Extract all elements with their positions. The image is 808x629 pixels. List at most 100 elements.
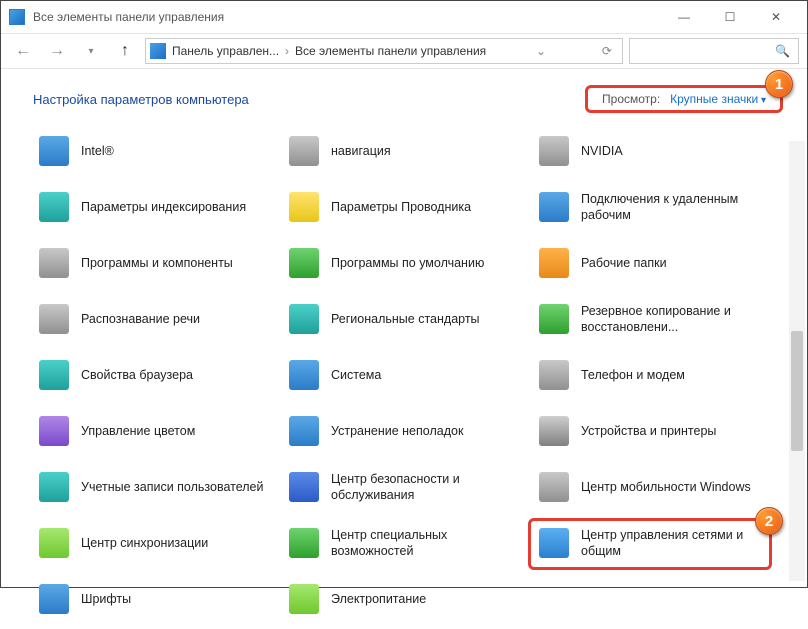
search-icon: 🔍 xyxy=(775,44,790,58)
page-title: Настройка параметров компьютера xyxy=(33,92,249,107)
control-panel-item[interactable]: Центр синхронизации xyxy=(33,521,273,565)
item-icon xyxy=(37,190,71,224)
breadcrumb-seg[interactable]: Все элементы панели управления xyxy=(295,44,486,58)
item-label: Подключения к удаленным рабочим xyxy=(581,191,769,224)
item-label: Региональные стандарты xyxy=(331,311,480,327)
item-label: Intel® xyxy=(81,143,114,159)
item-icon xyxy=(287,414,321,448)
item-icon xyxy=(537,414,571,448)
minimize-button[interactable]: — xyxy=(661,3,707,31)
item-label: NVIDIA xyxy=(581,143,623,159)
item-icon xyxy=(537,302,571,336)
control-panel-item[interactable]: Электропитание xyxy=(283,577,523,621)
item-label: Устранение неполадок xyxy=(331,423,463,439)
addr-dropdown[interactable]: ⌄ xyxy=(530,44,552,58)
item-label: Программы и компоненты xyxy=(81,255,233,271)
control-panel-item[interactable]: Центр безопасности и обслуживания xyxy=(283,465,523,509)
control-panel-item[interactable]: Центр управления сетями и общим xyxy=(533,521,773,565)
breadcrumb[interactable]: Панель управлен... › Все элементы панели… xyxy=(172,44,486,58)
item-icon xyxy=(537,246,571,280)
recent-dropdown[interactable]: ▾ xyxy=(77,37,105,65)
back-button[interactable]: ← xyxy=(9,37,37,65)
item-label: Распознавание речи xyxy=(81,311,200,327)
item-icon xyxy=(287,190,321,224)
control-panel-item[interactable]: Учетные записи пользователей xyxy=(33,465,273,509)
view-value[interactable]: Крупные значки xyxy=(670,92,766,106)
item-icon xyxy=(287,246,321,280)
item-icon xyxy=(537,526,571,560)
item-icon xyxy=(537,358,571,392)
refresh-button[interactable]: ⟳ xyxy=(596,44,618,58)
item-icon xyxy=(37,302,71,336)
control-panel-item[interactable]: Устройства и принтеры xyxy=(533,409,773,453)
control-panel-item[interactable]: Программы и компоненты xyxy=(33,241,273,285)
view-selector[interactable]: Просмотр: Крупные значки 1 xyxy=(585,85,783,113)
item-label: Параметры Проводника xyxy=(331,199,471,215)
vertical-scrollbar[interactable] xyxy=(789,141,805,581)
app-icon xyxy=(9,9,25,25)
item-label: Резервное копирование и восстановлени... xyxy=(581,303,769,336)
control-panel-item[interactable]: Intel® xyxy=(33,129,273,173)
maximize-button[interactable]: ☐ xyxy=(707,3,753,31)
item-label: Центр мобильности Windows xyxy=(581,479,751,495)
item-icon xyxy=(537,470,571,504)
breadcrumb-seg[interactable]: Панель управлен... xyxy=(172,44,279,58)
control-panel-item[interactable]: Резервное копирование и восстановлени... xyxy=(533,297,773,341)
navbar: ← → ▾ ↑ Панель управлен... › Все элемент… xyxy=(1,33,807,69)
item-icon xyxy=(37,358,71,392)
control-panel-item[interactable]: Телефон и модем xyxy=(533,353,773,397)
control-panel-item[interactable]: Центр специальных возможностей xyxy=(283,521,523,565)
item-icon xyxy=(287,134,321,168)
item-label: Учетные записи пользователей xyxy=(81,479,264,495)
forward-button[interactable]: → xyxy=(43,37,71,65)
item-label: Телефон и модем xyxy=(581,367,685,383)
item-label: Электропитание xyxy=(331,591,426,607)
up-button[interactable]: ↑ xyxy=(111,37,139,65)
control-panel-item[interactable]: Программы по умолчанию xyxy=(283,241,523,285)
control-panel-item[interactable]: Шрифты xyxy=(33,577,273,621)
item-icon xyxy=(37,246,71,280)
item-icon xyxy=(37,470,71,504)
item-icon xyxy=(37,582,71,616)
control-panel-item[interactable]: Рабочие папки xyxy=(533,241,773,285)
control-panel-item[interactable]: Система xyxy=(283,353,523,397)
control-panel-item[interactable]: Параметры Проводника xyxy=(283,185,523,229)
control-panel-item[interactable]: NVIDIA xyxy=(533,129,773,173)
item-label: Управление цветом xyxy=(81,423,195,439)
control-panel-item[interactable]: Региональные стандарты xyxy=(283,297,523,341)
item-label: Шрифты xyxy=(81,591,131,607)
item-label: Система xyxy=(331,367,381,383)
control-panel-item[interactable]: Подключения к удаленным рабочим xyxy=(533,185,773,229)
item-icon xyxy=(37,414,71,448)
close-button[interactable]: ✕ xyxy=(753,3,799,31)
item-label: Центр синхронизации xyxy=(81,535,208,551)
item-label: Свойства браузера xyxy=(81,367,193,383)
item-icon xyxy=(537,190,571,224)
item-label: Рабочие папки xyxy=(581,255,667,271)
item-icon xyxy=(287,582,321,616)
items-grid: Intel® навигация NVIDIA Параметры индексиро… xyxy=(33,129,783,621)
scrollbar-thumb[interactable] xyxy=(791,331,803,451)
item-label: Центр управления сетями и общим xyxy=(581,527,769,560)
titlebar: Все элементы панели управления — ☐ ✕ xyxy=(1,1,807,33)
annotation-badge-1: 1 xyxy=(765,70,793,98)
control-panel-item[interactable]: Параметры индексирования xyxy=(33,185,273,229)
item-icon xyxy=(287,358,321,392)
address-bar[interactable]: Панель управлен... › Все элементы панели… xyxy=(145,38,623,64)
chevron-right-icon: › xyxy=(285,44,289,58)
search-input[interactable]: 🔍 xyxy=(629,38,799,64)
control-panel-item[interactable]: Устранение неполадок xyxy=(283,409,523,453)
window-title: Все элементы панели управления xyxy=(33,10,661,24)
item-icon xyxy=(287,302,321,336)
item-label: Параметры индексирования xyxy=(81,199,246,215)
view-label: Просмотр: xyxy=(602,92,660,106)
item-icon xyxy=(37,526,71,560)
item-label: Программы по умолчанию xyxy=(331,255,484,271)
location-icon xyxy=(150,43,166,59)
item-label: Центр безопасности и обслуживания xyxy=(331,471,519,504)
control-panel-item[interactable]: Свойства браузера xyxy=(33,353,273,397)
control-panel-item[interactable]: навигация xyxy=(283,129,523,173)
control-panel-item[interactable]: Центр мобильности Windows xyxy=(533,465,773,509)
control-panel-item[interactable]: Управление цветом xyxy=(33,409,273,453)
control-panel-item[interactable]: Распознавание речи xyxy=(33,297,273,341)
